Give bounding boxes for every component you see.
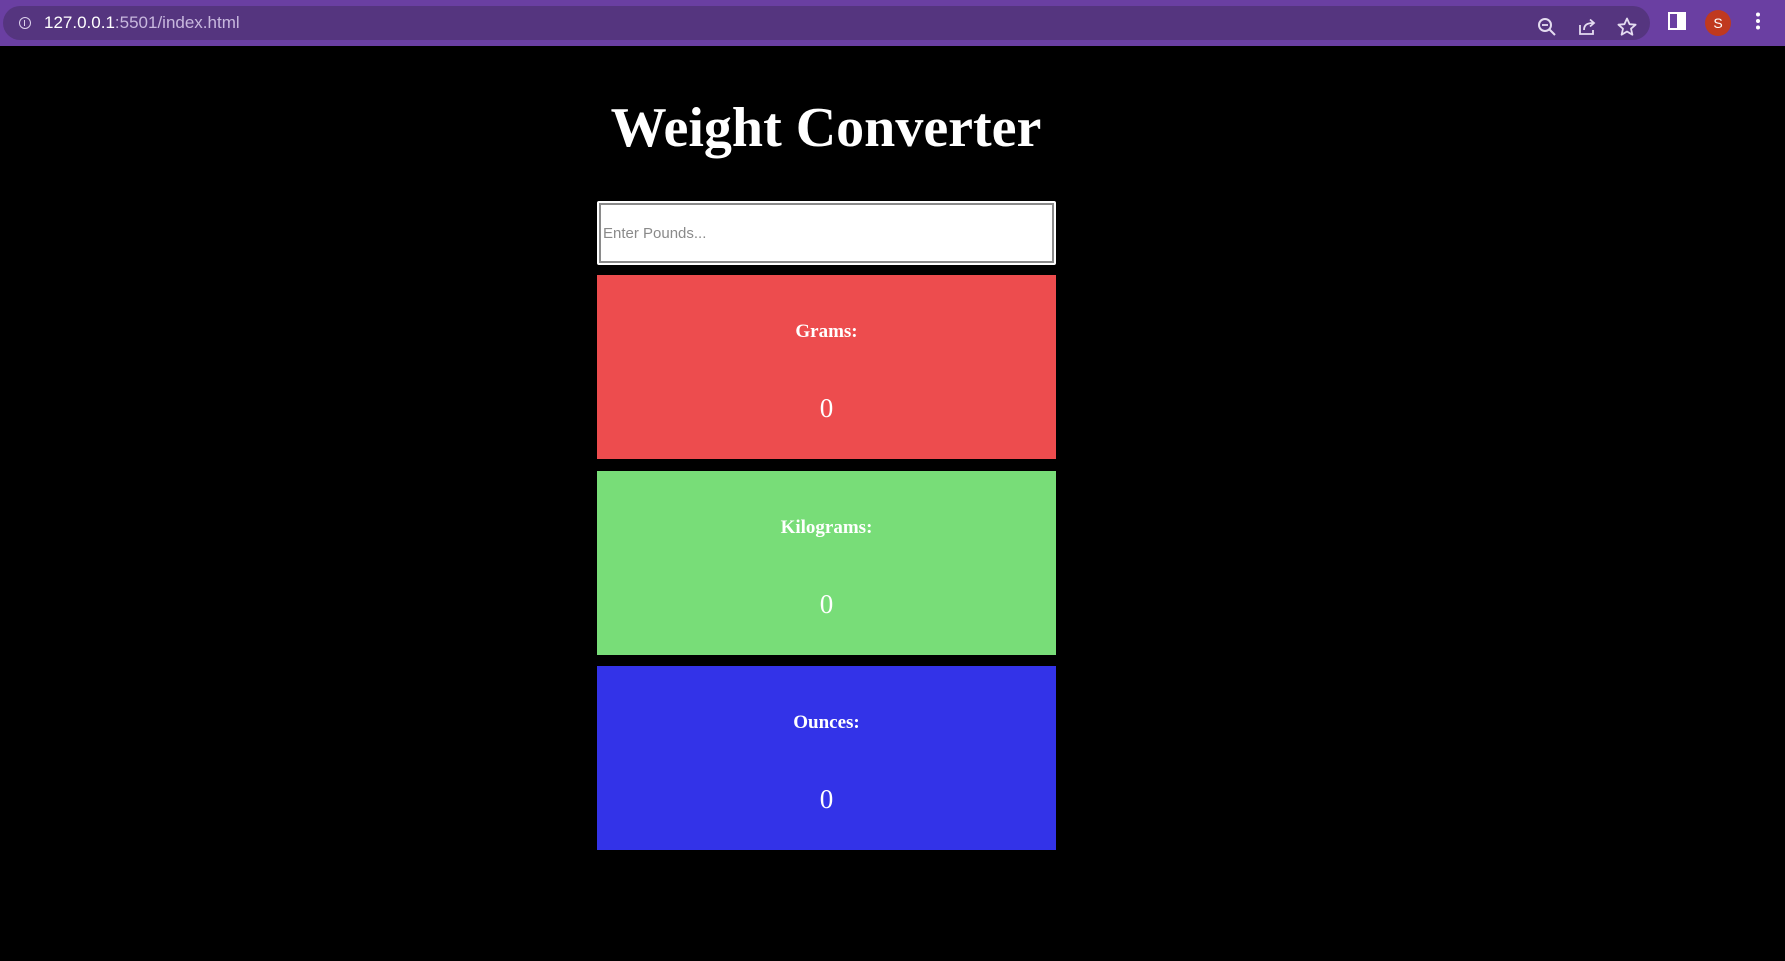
zoom-icon[interactable] [1536,16,1558,38]
url-path: :5501/index.html [114,13,240,32]
ounces-label: Ounces: [793,712,860,733]
page-title: Weight Converter [610,97,1042,159]
ounces-value: 0 [819,784,834,814]
kilograms-value: 0 [819,589,834,619]
grams-card: Grams: 0 [597,275,1056,459]
star-icon[interactable] [1616,16,1638,38]
url-text[interactable]: 127.0.0.1:5501/index.html [44,14,240,32]
kilograms-card: Kilograms: 0 [597,471,1056,655]
grams-value: 0 [819,393,834,423]
kilograms-label: Kilograms: [780,517,873,538]
menu-dots-icon[interactable] [1747,10,1769,32]
info-icon[interactable] [19,17,31,29]
pounds-input[interactable] [597,201,1056,265]
grams-label: Grams: [795,321,858,342]
address-bar[interactable]: 127.0.0.1:5501/index.html [3,6,1650,40]
url-host: 127.0.0.1 [44,13,115,32]
page-content: Weight Converter Grams: 0 Kilograms: 0 O… [0,46,1785,961]
browser-toolbar: 127.0.0.1:5501/index.html S [0,0,1785,46]
side-panel-icon[interactable] [1666,10,1688,32]
avatar[interactable]: S [1705,10,1731,36]
ounces-card: Ounces: 0 [597,666,1056,850]
share-icon[interactable] [1576,16,1598,38]
